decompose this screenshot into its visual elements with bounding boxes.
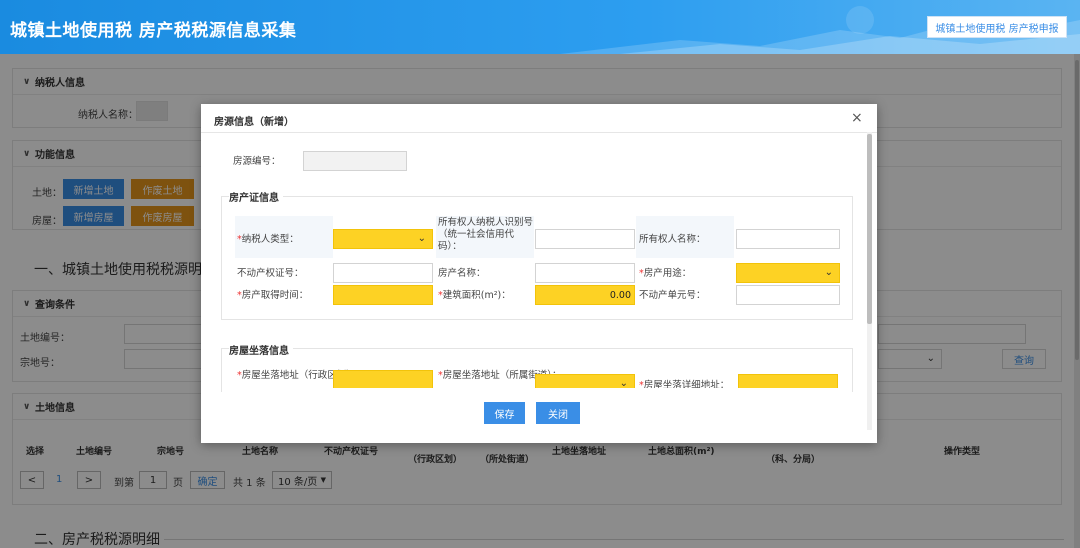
location-row: *房屋坐落地址（行政区划）： *房屋坐落地址（所属街道）： ⌄ *房屋坐落详细地…	[221, 366, 861, 388]
detail-address-input[interactable]	[738, 374, 838, 388]
acquire-time-input[interactable]	[333, 285, 433, 305]
owner-name-input[interactable]	[736, 229, 840, 249]
admin-region-select[interactable]	[333, 370, 433, 388]
property-cert-input[interactable]	[333, 263, 433, 283]
building-area-input[interactable]: 0.00	[535, 285, 635, 305]
location-group-title: 房屋坐落信息	[229, 342, 293, 357]
modal-title: 房源信息（新增）	[214, 117, 294, 128]
property-name-input[interactable]	[535, 263, 635, 283]
building-area-value: 0.00	[609, 290, 631, 301]
house-no-label: 房源编号：	[233, 156, 281, 167]
taxpayer-type-label: *纳税人类型：	[237, 234, 299, 245]
unit-no-input[interactable]	[736, 285, 840, 305]
tax-declare-button[interactable]: 城镇土地使用税 房产税申报	[927, 16, 1067, 38]
owner-name-label: 所有权人名称：	[639, 234, 706, 245]
owner-id-label: 所有权人纳税人识别号（统一社会信用代码）：	[438, 217, 534, 252]
chevron-down-icon: ⌄	[619, 378, 628, 388]
owner-id-input[interactable]	[535, 229, 635, 249]
app-header: 城镇土地使用税 房产税税源信息采集 城镇土地使用税 房产税申报	[0, 0, 1080, 54]
property-name-label: 房产名称：	[438, 268, 486, 279]
building-area-label: *建筑面积(m²)：	[438, 290, 511, 301]
close-button[interactable]: 关闭	[536, 402, 580, 424]
modal-divider	[201, 132, 877, 133]
close-icon[interactable]: ×	[851, 110, 863, 126]
chevron-down-icon: ⌄	[417, 233, 426, 244]
cert-group-title: 房产证信息	[229, 189, 283, 204]
page-title: 城镇土地使用税 房产税税源信息采集	[10, 21, 297, 41]
unit-no-label: 不动产单元号：	[639, 290, 706, 301]
property-use-select[interactable]: ⌄	[736, 263, 840, 283]
house-info-modal: 房源信息（新增） × 房源编号： 房产证信息 *纳税人类型： ⌄ 所有权人纳税人…	[201, 104, 877, 443]
modal-scrollbar-thumb[interactable]	[867, 134, 872, 324]
street-select[interactable]: ⌄	[535, 374, 635, 388]
acquire-time-label: *房产取得时间：	[237, 290, 309, 301]
chevron-down-icon: ⌄	[824, 267, 833, 278]
save-button[interactable]: 保存	[484, 402, 525, 424]
property-cert-label: 不动产权证号：	[237, 268, 304, 279]
property-use-label: *房产用途：	[639, 268, 692, 279]
house-no-input	[303, 151, 407, 171]
detail-address-label: *房屋坐落详细地址：	[639, 380, 730, 388]
taxpayer-type-select[interactable]: ⌄	[333, 229, 433, 249]
